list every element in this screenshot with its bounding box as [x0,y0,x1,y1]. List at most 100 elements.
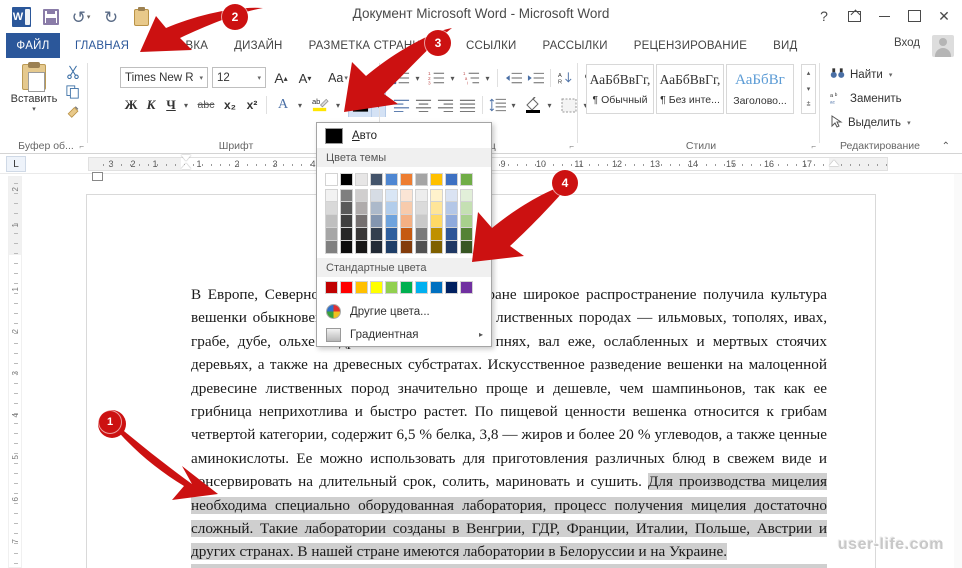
standard-color-swatch[interactable] [325,281,338,294]
align-left-icon[interactable] [390,94,412,116]
theme-color-swatch[interactable] [340,173,353,186]
tab-mailings[interactable]: РАССЫЛКИ [530,33,621,58]
font-color-dropdown[interactable]: Авто Цвета темы Стандартные цвета Другие… [316,122,492,347]
theme-color-swatch[interactable] [355,173,368,186]
theme-variant-swatch[interactable] [340,241,353,254]
clear-formatting-icon[interactable]: A [360,67,384,89]
change-case-icon[interactable]: Aa ▾ [322,67,354,89]
highlight-caret-icon[interactable]: ▾ [332,94,344,116]
theme-variant-swatch[interactable] [415,202,428,215]
theme-variant-swatch[interactable] [325,228,338,241]
find-caret-icon[interactable]: ▾ [889,71,893,79]
theme-variant-swatch[interactable] [325,215,338,228]
font-name-caret-icon[interactable]: ▾ [199,74,203,82]
theme-color-swatch[interactable] [430,173,443,186]
theme-base-row[interactable] [325,173,483,186]
theme-variant-swatch[interactable] [355,228,368,241]
standard-colors-grid[interactable] [317,277,491,300]
tab-review[interactable]: РЕЦЕНЗИРОВАНИЕ [621,33,760,58]
theme-variant-swatch[interactable] [415,189,428,202]
theme-variant-swatch[interactable] [460,215,473,228]
subscript-icon[interactable]: x₂ [220,94,240,116]
theme-colors-grid[interactable] [317,167,491,258]
theme-variant-swatch[interactable] [430,189,443,202]
shading-caret-icon[interactable]: ▾ [544,94,555,116]
theme-variant-swatch[interactable] [445,228,458,241]
select-caret-icon[interactable]: ▾ [907,119,911,127]
tab-file[interactable]: ФАЙЛ [6,33,60,58]
standard-color-swatch[interactable] [415,281,428,294]
theme-variant-swatch[interactable] [385,228,398,241]
standard-color-swatch[interactable] [445,281,458,294]
theme-variant-swatch[interactable] [355,189,368,202]
document-body[interactable]: В Европе, Северной Америке и в нашей стр… [191,283,827,568]
standard-color-swatch[interactable] [370,281,383,294]
standard-color-swatch[interactable] [460,281,473,294]
theme-variant-swatch[interactable] [370,228,383,241]
theme-variant-swatch[interactable] [385,241,398,254]
bullet-caret-icon[interactable]: ▾ [412,67,423,89]
collapse-ribbon-icon[interactable]: ⌃ [942,141,950,152]
theme-variant-swatch[interactable] [400,215,413,228]
theme-variant-swatch[interactable] [430,202,443,215]
theme-color-swatch[interactable] [415,173,428,186]
theme-variant-column[interactable] [400,189,413,254]
cut-icon[interactable] [60,62,86,82]
styles-scroll-up-icon[interactable]: ▴ [802,65,815,81]
theme-variant-swatch[interactable] [370,241,383,254]
font-size-combobox[interactable]: 12 ▾ [212,67,266,88]
theme-variant-swatch[interactable] [340,202,353,215]
align-center-icon[interactable] [412,94,434,116]
highlight-icon[interactable]: ab [308,94,332,116]
theme-variant-swatch[interactable] [415,215,428,228]
theme-color-swatch[interactable] [400,173,413,186]
minimize-icon[interactable] [870,4,898,28]
shrink-font-icon[interactable]: A ▾ [294,67,316,89]
numbered-list-icon[interactable]: 123 [425,67,447,89]
increase-indent-icon[interactable] [524,67,546,89]
tab-view[interactable]: ВИД [760,33,810,58]
styles-scrollbar[interactable]: ▴ ▾ ⩲ [801,64,816,114]
multilevel-caret-icon[interactable]: ▾ [482,67,493,89]
theme-variant-swatch[interactable] [385,215,398,228]
style-heading[interactable]: АаБбВг Заголово... [726,64,794,114]
line-spacing-caret-icon[interactable]: ▾ [508,94,519,116]
theme-variant-swatch[interactable] [445,189,458,202]
theme-color-swatch[interactable] [445,173,458,186]
theme-color-swatch[interactable] [325,173,338,186]
multilevel-list-icon[interactable]: 1ai [460,67,482,89]
standard-color-swatch[interactable] [340,281,353,294]
line-spacing-icon[interactable] [486,94,508,116]
theme-variant-swatch[interactable] [325,189,338,202]
sign-in-link[interactable]: Вход [894,37,920,49]
theme-color-swatch[interactable] [370,173,383,186]
close-icon[interactable]: ✕ [930,4,958,28]
theme-color-swatch[interactable] [460,173,473,186]
document-scrollbar[interactable] [954,174,962,568]
theme-variant-swatch[interactable] [385,189,398,202]
theme-variant-column[interactable] [370,189,383,254]
align-right-icon[interactable] [434,94,456,116]
tab-insert[interactable]: ВСТАВКА [142,33,221,58]
theme-variant-swatch[interactable] [385,202,398,215]
standard-color-swatch[interactable] [385,281,398,294]
theme-variant-swatch[interactable] [445,241,458,254]
sort-icon[interactable]: AR [554,67,576,89]
theme-variant-swatch[interactable] [370,215,383,228]
theme-variant-swatch[interactable] [370,202,383,215]
theme-variant-column[interactable] [415,189,428,254]
more-colors-item[interactable]: Другие цвета... [317,300,491,323]
theme-variant-rows[interactable] [325,189,483,254]
theme-variant-swatch[interactable] [340,228,353,241]
shading-icon[interactable] [522,94,544,116]
tab-design[interactable]: ДИЗАЙН [221,33,295,58]
standard-color-swatch[interactable] [430,281,443,294]
font-name-combobox[interactable]: Times New R ▾ [120,67,208,88]
maximize-icon[interactable] [900,4,928,28]
underline-caret-icon[interactable]: ▾ [180,94,192,116]
replace-button[interactable]: a b ac Заменить [830,88,902,110]
gradient-item[interactable]: Градиентная ▸ [317,323,491,346]
theme-variant-swatch[interactable] [370,189,383,202]
theme-variant-swatch[interactable] [400,189,413,202]
numbered-caret-icon[interactable]: ▾ [447,67,458,89]
